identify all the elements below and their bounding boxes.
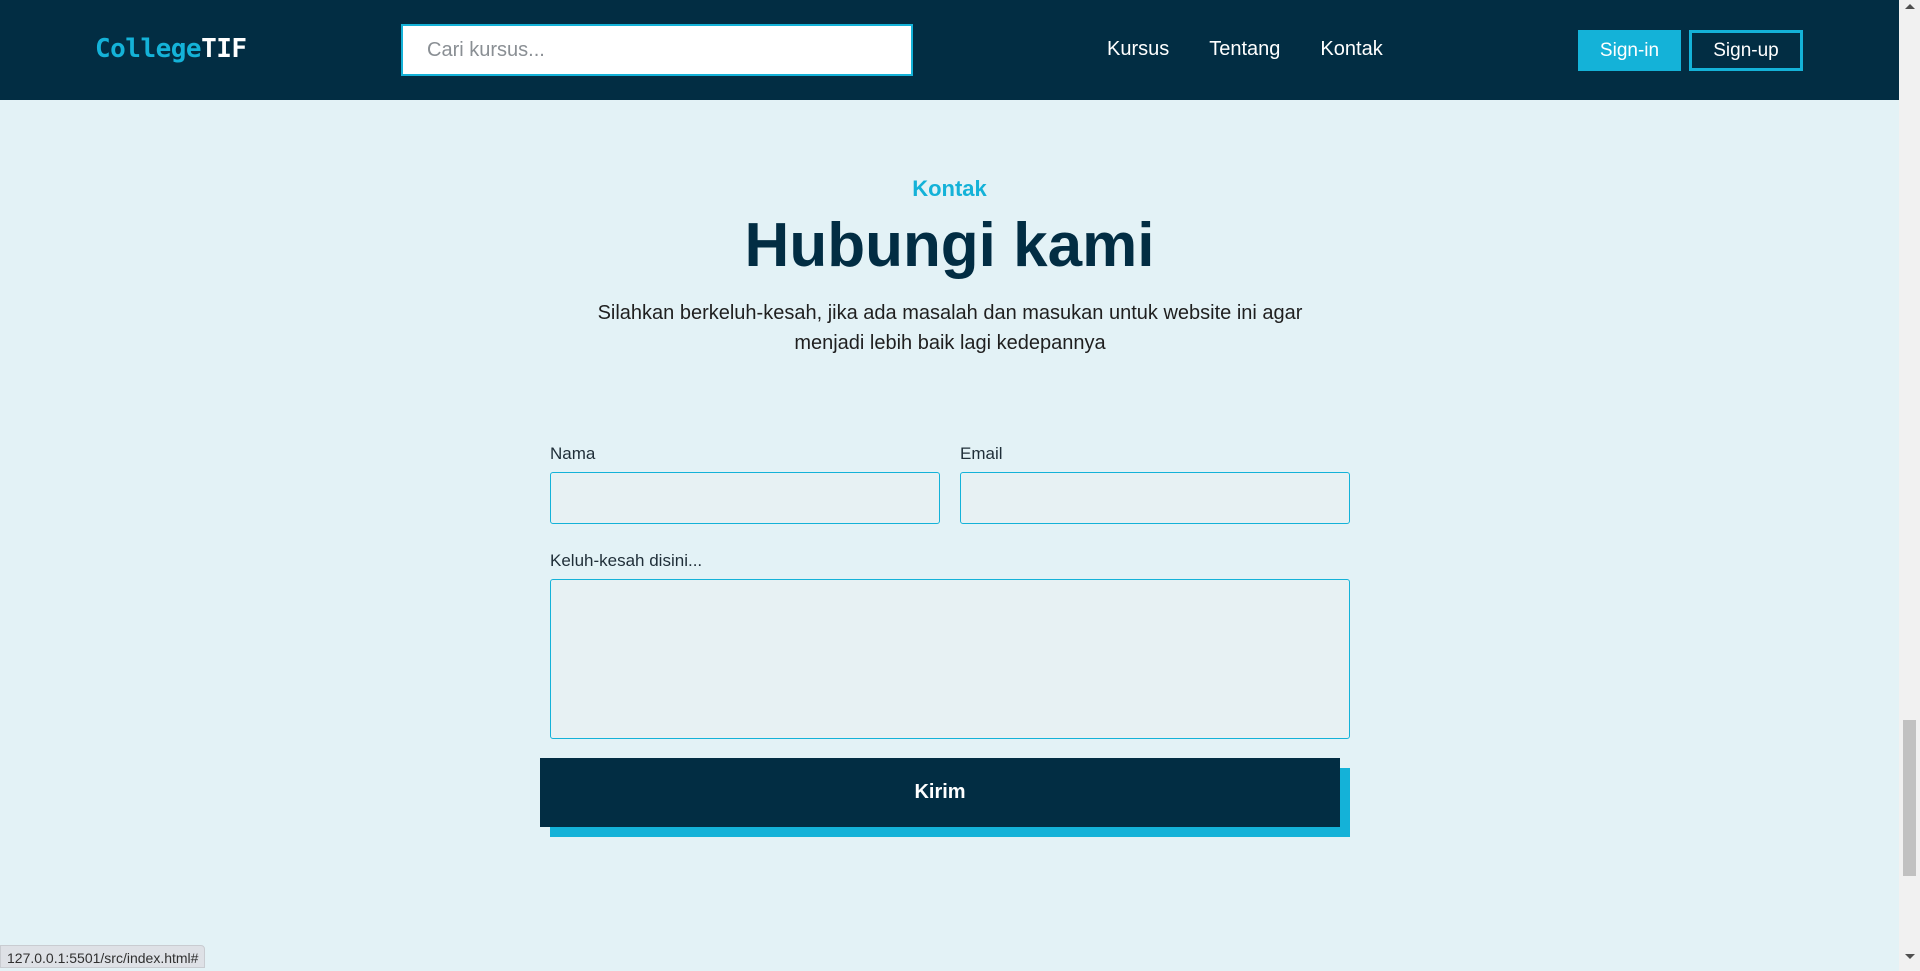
scroll-up-arrow-icon[interactable] xyxy=(1905,4,1915,9)
search-input[interactable] xyxy=(401,24,913,76)
section-subtitle: Silahkan berkeluh-kesah, jika ada masala… xyxy=(597,302,1303,354)
message-label: Keluh-kesah disini... xyxy=(550,551,703,570)
top-navbar: CollegeTIF Kursus Tentang Kontak Sign-in… xyxy=(0,0,1899,100)
status-bar-url: 127.0.0.1:5501/src/index.html# xyxy=(0,945,206,968)
logo-tif: TIF xyxy=(201,34,247,64)
scrollbar-thumb[interactable] xyxy=(1903,720,1916,876)
main-nav: Kursus Tentang Kontak xyxy=(1107,38,1423,61)
sign-in-button[interactable]: Sign-in xyxy=(1578,30,1681,71)
email-field[interactable] xyxy=(960,472,1350,524)
page-title: Hubungi kami xyxy=(744,211,1155,280)
name-label: Nama xyxy=(550,444,596,463)
section-eyebrow: Kontak xyxy=(912,176,987,201)
vertical-scrollbar[interactable] xyxy=(1899,0,1920,971)
scroll-down-arrow-icon[interactable] xyxy=(1905,954,1915,959)
email-label: Email xyxy=(960,444,1003,463)
nav-link-kontak[interactable]: Kontak xyxy=(1320,38,1382,61)
nav-link-tentang[interactable]: Tentang xyxy=(1209,38,1280,61)
sign-up-button[interactable]: Sign-up xyxy=(1689,30,1803,71)
name-field[interactable] xyxy=(550,472,940,524)
submit-button[interactable]: Kirim xyxy=(540,758,1340,827)
logo[interactable]: CollegeTIF xyxy=(95,34,247,64)
nav-link-kursus[interactable]: Kursus xyxy=(1107,38,1169,61)
message-textarea[interactable] xyxy=(550,579,1350,739)
logo-college: College xyxy=(95,34,202,64)
